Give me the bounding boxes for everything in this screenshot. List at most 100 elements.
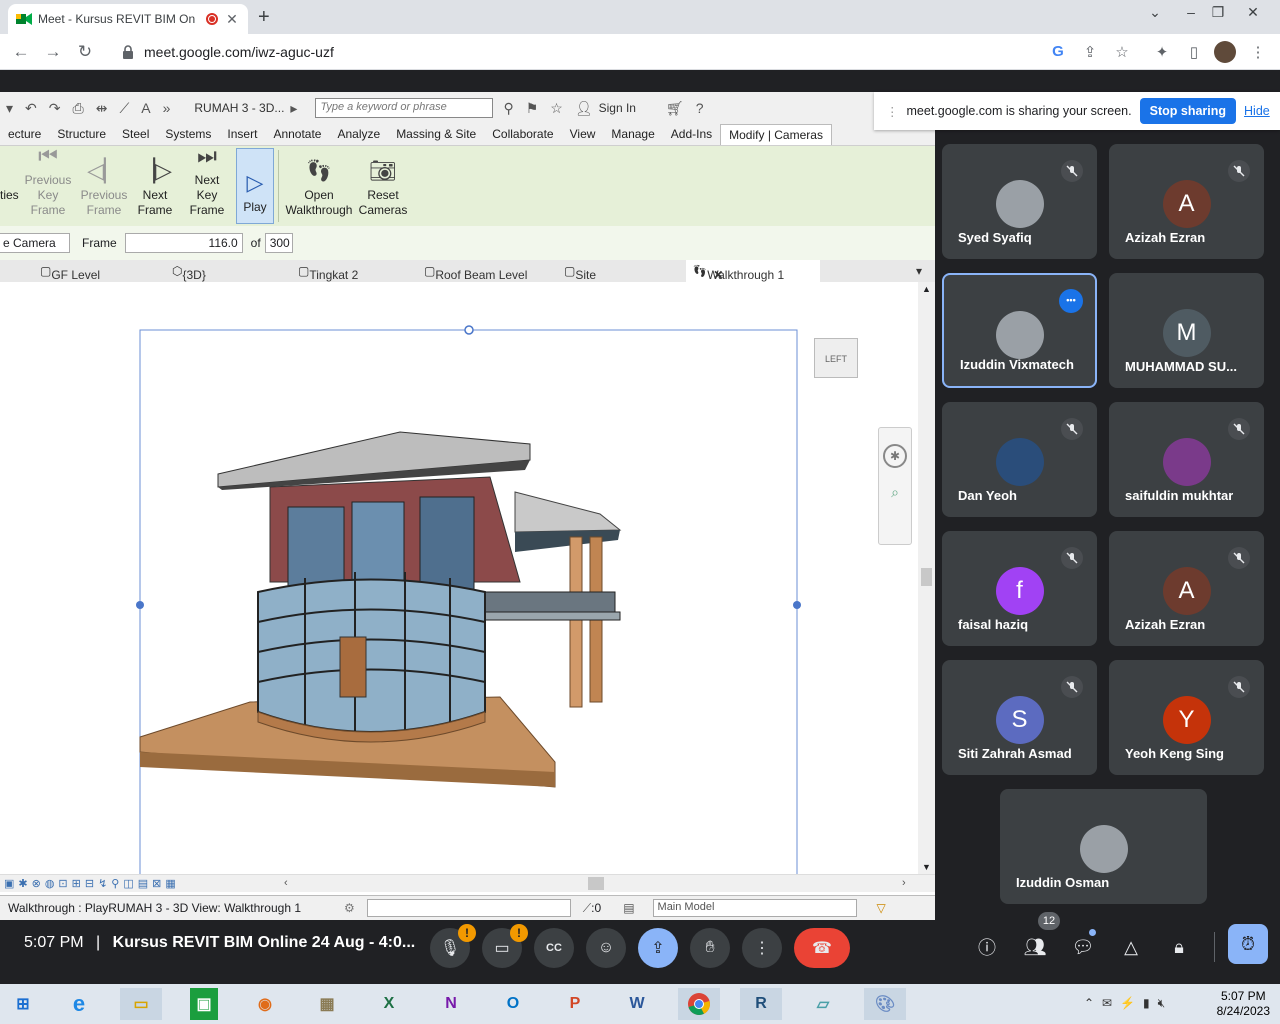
captions-button[interactable]: CC	[534, 928, 574, 968]
previous-frame-button[interactable]: ◁▏ Previous Frame	[76, 146, 132, 226]
participant-tile[interactable]: Dan Yeoh	[942, 402, 1097, 517]
workset-select[interactable]	[366, 899, 571, 917]
google-lens-icon[interactable]: G	[1048, 43, 1068, 60]
zoom-region-icon[interactable]: ⌕	[885, 484, 905, 501]
scroll-left-icon[interactable]: ‹	[284, 877, 288, 889]
ribbon-tab-structure[interactable]: Structure	[49, 124, 114, 145]
powerpoint-icon[interactable]: P	[554, 988, 596, 1020]
ribbon-tab-collaborate[interactable]: Collaborate	[484, 124, 561, 145]
ribbon-tab-analyze[interactable]: Analyze	[329, 124, 388, 145]
tabs-menu-icon[interactable]: ▾	[916, 260, 922, 282]
participant-tile[interactable]: f faisal haziq	[942, 531, 1097, 646]
ribbon-tab-insert[interactable]: Insert	[219, 124, 265, 145]
worksets-icon[interactable]: ⚙	[344, 901, 355, 915]
model-select[interactable]: Main Model	[652, 899, 857, 917]
view-tab-tingkat-2[interactable]: ▢ Tingkat 2	[298, 260, 358, 282]
host-controls-icon[interactable]: 🔒︎	[1164, 932, 1194, 962]
side-panel-icon[interactable]: ▯	[1184, 43, 1204, 61]
view-cube[interactable]: LEFT	[814, 338, 858, 378]
stop-sharing-button[interactable]: Stop sharing	[1139, 98, 1237, 124]
undo-icon[interactable]: ↶	[25, 100, 37, 117]
store-icon[interactable]: ▣	[190, 988, 218, 1020]
microphone-button[interactable]: 🎙︎!	[430, 924, 476, 968]
participant-tile[interactable]: Izuddin Vixmatech •••	[942, 273, 1097, 388]
revit-icon[interactable]: R	[740, 988, 782, 1020]
ribbon-tab-annotate[interactable]: Annotate	[265, 124, 329, 145]
h-scroll-thumb[interactable]	[588, 877, 604, 890]
print-icon[interactable]: ⎙	[73, 100, 84, 117]
reload-button[interactable]: ↻	[74, 42, 96, 62]
view-tab-gf-level[interactable]: ▢ GF Level	[40, 260, 100, 282]
profile-avatar[interactable]	[1214, 41, 1236, 63]
chrome-menu-icon[interactable]: ⋮	[1248, 43, 1268, 61]
timer-button[interactable]: ⏰︎	[1228, 924, 1268, 964]
minimize-button[interactable]: –	[1178, 4, 1204, 20]
properties-button[interactable]: ties	[0, 146, 20, 226]
start-button[interactable]: ⊞	[2, 988, 44, 1020]
more-options-icon[interactable]: •••	[1059, 289, 1083, 313]
participant-tile[interactable]: S Siti Zahrah Asmad	[942, 660, 1097, 775]
address-bar[interactable]: meet.google.com/iwz-aguc-uzf	[110, 38, 1050, 66]
dimension-icon[interactable]: ⟋	[119, 100, 129, 117]
participant-tile[interactable]: Izuddin Osman	[1000, 789, 1207, 904]
onenote-icon[interactable]: N	[430, 988, 472, 1020]
text-icon[interactable]: A	[141, 100, 150, 116]
keyword-search-input[interactable]: Type a keyword or phrase	[315, 98, 494, 118]
outlook-icon[interactable]: O	[492, 988, 534, 1020]
scroll-up-icon[interactable]: ▲	[922, 284, 931, 294]
tab-search-icon[interactable]: ⌄	[1142, 4, 1168, 21]
previous-key-frame-button[interactable]: ⏮ Previous Key Frame	[20, 143, 76, 226]
new-tab-button[interactable]: +	[258, 6, 270, 29]
activities-icon[interactable]: △	[1116, 932, 1146, 962]
photos-app-icon[interactable]: ◉	[244, 988, 286, 1020]
share-icon[interactable]: ⇪	[1080, 43, 1100, 61]
scanner-app-icon[interactable]: ▦	[306, 988, 348, 1020]
help-icon[interactable]: ?	[696, 100, 704, 116]
open-icon[interactable]: ▾	[6, 100, 13, 117]
paint-icon[interactable]: 🎨︎	[864, 988, 906, 1020]
hide-banner-link[interactable]: Hide	[1244, 104, 1270, 118]
ribbon-tab-view[interactable]: View	[562, 124, 604, 145]
chat-icon[interactable]: 💬︎	[1068, 932, 1098, 962]
participant-tile[interactable]: M MUHAMMAD SU...	[1109, 273, 1264, 388]
open-walkthrough-button[interactable]: 👣︎ Open Walkthrough	[283, 146, 355, 226]
frame-input[interactable]: 116.0	[124, 233, 243, 253]
extensions-icon[interactable]: ✦	[1152, 43, 1172, 61]
binoculars-icon[interactable]: ⚲	[503, 100, 513, 117]
leave-call-button[interactable]: ☎︎	[794, 928, 850, 968]
restore-button[interactable]: ❐	[1205, 4, 1231, 21]
file-explorer-icon[interactable]: ▭	[120, 988, 162, 1020]
raise-hand-button[interactable]: ✋︎	[690, 928, 730, 968]
chrome-icon[interactable]	[678, 988, 720, 1020]
view-controls-icons[interactable]: ▣✱⊗◍⊡⊞⊟↯⚲◫▤⊠▦	[4, 877, 180, 890]
participant-tile[interactable]: Syed Syafiq	[942, 144, 1097, 259]
favorites-icon[interactable]: ☆	[550, 100, 563, 117]
reset-cameras-button[interactable]: 📷︎ Reset Cameras	[355, 146, 411, 226]
back-button[interactable]: ←	[10, 42, 32, 62]
participant-tile[interactable]: A Azizah Ezran	[1109, 531, 1264, 646]
ribbon-tab-manage[interactable]: Manage	[603, 124, 662, 145]
view-tab-roof-beam-level[interactable]: ▢ Roof Beam Level	[424, 260, 527, 282]
cart-icon[interactable]: 🛒︎	[666, 100, 684, 117]
view-tab-3d[interactable]: ⬡ {3D}	[172, 260, 206, 282]
scroll-right-icon[interactable]: ›	[902, 877, 906, 889]
notepad-icon[interactable]: ▱	[802, 988, 844, 1020]
close-window-button[interactable]: ✕	[1240, 4, 1266, 21]
sign-in-link[interactable]: Sign In	[599, 101, 636, 115]
taskbar-clock[interactable]: 5:07 PM 8/24/2023	[1217, 989, 1270, 1019]
view-tab-site[interactable]: ▢ Site	[564, 260, 596, 282]
walkthrough-viewport[interactable]: LEFT ✱ ⌕	[0, 282, 918, 891]
next-key-frame-button[interactable]: ⏭ Next Key Frame	[178, 143, 236, 226]
vertical-scrollbar[interactable]: ▲ ▼	[918, 282, 935, 874]
word-icon[interactable]: W	[616, 988, 658, 1020]
steering-wheel-icon[interactable]: ✱	[883, 444, 907, 468]
reactions-button[interactable]: ☺	[586, 928, 626, 968]
browser-tab[interactable]: Meet - Kursus REVIT BIM On ✕	[8, 4, 248, 34]
overflow-icon[interactable]: »	[163, 100, 171, 116]
ribbon-tab-massing-site[interactable]: Massing & Site	[388, 124, 484, 145]
present-button[interactable]: ⇪	[638, 928, 678, 968]
ribbon-tab-modify-cameras[interactable]: Modify | Cameras	[720, 124, 832, 145]
scroll-down-icon[interactable]: ▼	[922, 862, 931, 872]
camera-button[interactable]: ▭!	[482, 924, 528, 968]
total-frames-input[interactable]: 300	[264, 233, 293, 253]
